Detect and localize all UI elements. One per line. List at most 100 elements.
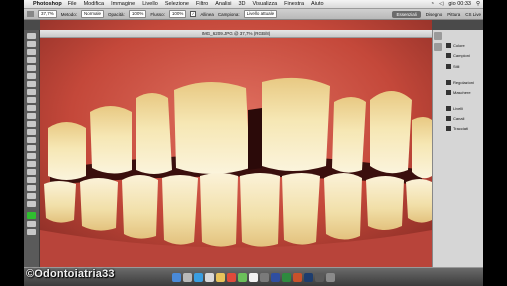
lower-incisor-4 (282, 173, 320, 245)
upper-left-premolar-tooth (48, 122, 86, 180)
upper-right-lateral-tooth (332, 97, 366, 173)
trash-icon[interactable] (326, 272, 335, 282)
menu-bar: Photoshop File Modifica Immagine Livello… (24, 0, 483, 9)
panels-dock: Colore Campioni Stili Regolazioni Masche… (432, 30, 483, 267)
finder-icon[interactable] (172, 272, 181, 282)
lower-premolar-left (80, 178, 118, 231)
menu-analisi[interactable]: Analisi (215, 1, 231, 7)
panel-maschere-label: Maschere (453, 90, 471, 95)
cs-live-button[interactable]: CS Live (465, 12, 481, 17)
photoshop-icon[interactable] (304, 272, 313, 282)
3d-camera-tool-icon[interactable] (27, 185, 36, 191)
wifi-icon[interactable]: ◔ (431, 1, 434, 7)
workspace-essenziali-button[interactable]: Essenziali (392, 10, 421, 18)
allinea-label: Allinea (200, 11, 214, 17)
document-tab[interactable]: IMG_6209.JPG @ 37,7% (RGB/8) (40, 30, 432, 38)
lasso-tool-icon[interactable] (27, 49, 36, 55)
panel-livelli[interactable]: Livelli (446, 106, 463, 111)
panel-campioni[interactable]: Campioni (446, 53, 470, 58)
lower-molar-left (44, 181, 76, 223)
document-canvas[interactable] (40, 20, 432, 268)
metodo-select[interactable]: Normale (81, 10, 105, 18)
opacita-label: Opacità: (108, 11, 125, 17)
blur-tool-icon[interactable] (27, 129, 36, 135)
panel-colore[interactable]: Colore (446, 43, 465, 48)
terminal-icon[interactable] (315, 272, 324, 282)
path-selection-tool-icon[interactable] (27, 161, 36, 167)
pen-tool-icon[interactable] (27, 145, 36, 151)
mail-icon[interactable] (205, 272, 214, 282)
menu-visualizza[interactable]: Visualizza (252, 1, 277, 7)
panel-stili[interactable]: Stili (446, 64, 459, 69)
photos-icon[interactable] (249, 272, 258, 282)
opacita-field[interactable]: 100% (128, 10, 147, 18)
word-icon[interactable] (271, 272, 280, 282)
powerpoint-icon[interactable] (293, 272, 302, 282)
quick-mask-icon[interactable] (27, 221, 36, 227)
messages-icon[interactable] (238, 272, 247, 282)
panel-campioni-label: Campioni (453, 53, 470, 58)
system-preferences-icon[interactable] (260, 272, 269, 282)
menu-selezione[interactable]: Selezione (165, 1, 189, 7)
calendar-icon[interactable] (227, 272, 236, 282)
menu-file[interactable]: File (68, 1, 77, 7)
screen-mode-icon[interactable] (27, 229, 36, 235)
menu-modifica[interactable]: Modifica (84, 1, 104, 7)
swatches-panel-icon (446, 53, 451, 58)
crop-tool-icon[interactable] (27, 65, 36, 71)
marquee-tool-icon[interactable] (27, 41, 36, 47)
upper-right-canine-tooth (370, 91, 412, 174)
panel-stili-label: Stili (453, 64, 460, 69)
collapsed-panel-icons (434, 32, 444, 51)
menu-filtro[interactable]: Filtro (196, 1, 208, 7)
panel-regolazioni[interactable]: Regolazioni (446, 80, 474, 85)
foreground-color-swatch[interactable] (27, 212, 36, 219)
actions-panel-icon[interactable] (434, 43, 442, 51)
history-panel-icon[interactable] (434, 32, 442, 40)
flusso-field[interactable]: 100% (168, 10, 187, 18)
safari-icon[interactable] (194, 272, 203, 282)
quick-selection-tool-icon[interactable] (27, 57, 36, 63)
3d-rotate-tool-icon[interactable] (27, 177, 36, 183)
menu-livello[interactable]: Livello (142, 1, 158, 7)
eyedropper-tool-icon[interactable] (27, 73, 36, 79)
eraser-tool-icon[interactable] (27, 113, 36, 119)
menu-aiuto[interactable]: Aiuto (311, 1, 324, 7)
workspace-pittura-button[interactable]: Pittura (447, 12, 460, 17)
tool-preset-icon[interactable] (27, 11, 34, 17)
volume-icon[interactable]: ◁ (439, 1, 443, 7)
clock[interactable]: gio 00:33 (448, 1, 471, 7)
type-tool-icon[interactable] (27, 153, 36, 159)
shape-tool-icon[interactable] (27, 169, 36, 175)
zoom-tool-icon[interactable] (27, 201, 36, 207)
hand-tool-icon[interactable] (27, 193, 36, 199)
launchpad-icon[interactable] (183, 272, 192, 282)
excel-icon[interactable] (282, 272, 291, 282)
brush-tool-icon[interactable] (27, 89, 36, 95)
clone-stamp-tool-icon[interactable] (27, 97, 36, 103)
zoom-field[interactable]: 37,7% (38, 10, 57, 18)
panel-tracciati[interactable]: Tracciati (446, 126, 468, 131)
workspace-disegno-button[interactable]: Disegno (426, 12, 443, 17)
color-panel-icon (446, 43, 451, 48)
history-brush-tool-icon[interactable] (27, 105, 36, 111)
healing-brush-tool-icon[interactable] (27, 81, 36, 87)
notes-icon[interactable] (216, 272, 225, 282)
gradient-tool-icon[interactable] (27, 121, 36, 127)
lower-premolar-right (366, 176, 404, 230)
campiona-select[interactable]: Livello attuale (243, 10, 278, 18)
allinea-checkbox[interactable]: ✓ (190, 11, 197, 17)
menu-finestra[interactable]: Finestra (284, 1, 304, 7)
panel-canali[interactable]: Canali (446, 116, 464, 121)
paths-panel-icon (446, 126, 451, 131)
dodge-tool-icon[interactable] (27, 137, 36, 143)
panel-canali-label: Canali (453, 116, 465, 121)
lower-canine-right (324, 173, 362, 240)
menu-immagine[interactable]: Immagine (111, 1, 135, 7)
menu-3d[interactable]: 3D (238, 1, 245, 7)
upper-left-central-tooth (174, 81, 250, 174)
move-tool-icon[interactable] (27, 33, 36, 39)
app-menu[interactable]: Photoshop (33, 1, 62, 7)
panel-maschere[interactable]: Maschere (446, 90, 471, 95)
spotlight-icon[interactable]: ⚲ (476, 1, 480, 7)
